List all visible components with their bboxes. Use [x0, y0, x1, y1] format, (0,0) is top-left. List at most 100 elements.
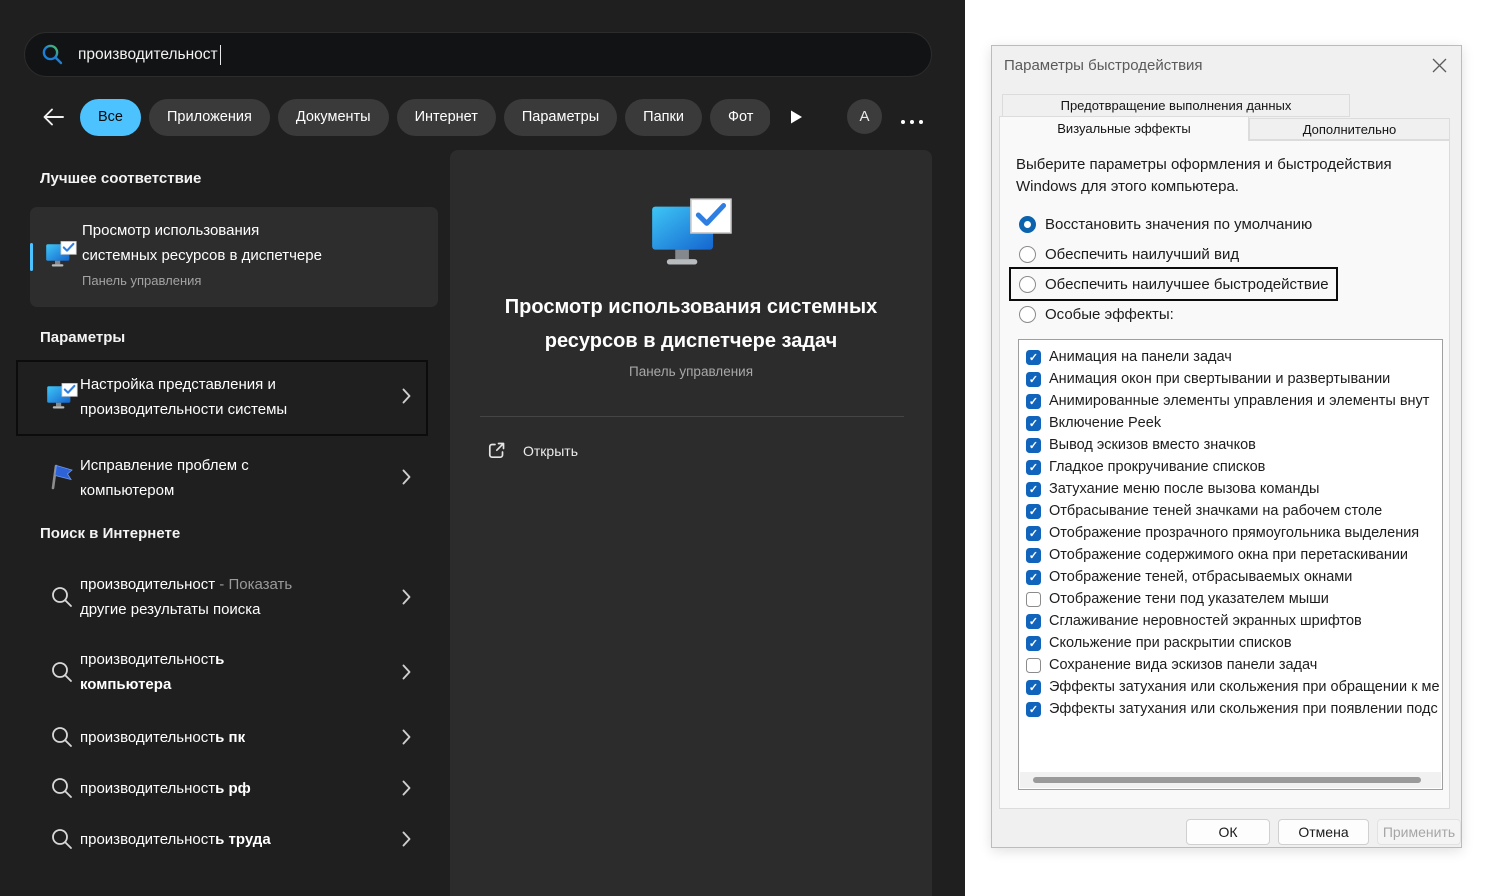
radio-label: Обеспечить наилучший вид: [1045, 246, 1239, 263]
effect-row[interactable]: Сохранение вида эскизов панели задач: [1019, 654, 1442, 676]
effect-row[interactable]: Анимация окон при свертывании и разверты…: [1019, 368, 1442, 390]
search-glyph-icon: [50, 725, 74, 754]
best-match-subtitle: Панель управления: [82, 273, 201, 288]
checkbox-icon[interactable]: [1026, 482, 1041, 497]
effect-row[interactable]: Анимация на панели задач: [1019, 346, 1442, 368]
horizontal-scrollbar[interactable]: [1020, 772, 1441, 788]
filter-tab-settings[interactable]: Параметры: [504, 99, 617, 136]
effect-row[interactable]: Включение Peek: [1019, 412, 1442, 434]
radio-icon[interactable]: [1019, 246, 1036, 263]
effect-row[interactable]: Эффекты затухания или скольжения при обр…: [1019, 676, 1442, 698]
checkbox-icon[interactable]: [1026, 658, 1041, 673]
web-suggestion-row[interactable]: производительност - Показать другие резу…: [16, 567, 427, 629]
web-suggestion-row[interactable]: производительность труда: [16, 818, 427, 862]
web-suggestion-row[interactable]: производительность пк: [16, 716, 427, 760]
checkbox-icon[interactable]: [1026, 416, 1041, 431]
checkbox-icon[interactable]: [1026, 570, 1041, 585]
effect-label: Отображение теней, отбрасываемых окнами: [1049, 569, 1352, 585]
checkbox-icon[interactable]: [1026, 526, 1041, 541]
effect-label: Сглаживание неровностей экранных шрифтов: [1049, 613, 1362, 629]
filter-tab-documents[interactable]: Документы: [278, 99, 389, 136]
radio-icon[interactable]: [1019, 306, 1036, 323]
effect-label: Анимация на панели задач: [1049, 349, 1232, 365]
effect-row[interactable]: Затухание меню после вызова команды: [1019, 478, 1442, 500]
preview-subtitle: Панель управления: [450, 364, 932, 379]
back-arrow-icon[interactable]: [42, 106, 65, 133]
settings-item-label: Настройка представления и производительн…: [80, 372, 287, 422]
effect-row[interactable]: Скольжение при раскрытии списков: [1019, 632, 1442, 654]
chevron-right-icon: [402, 729, 411, 750]
tab-visual-effects[interactable]: Визуальные эффекты: [999, 116, 1249, 141]
checkbox-icon[interactable]: [1026, 592, 1041, 607]
effect-row[interactable]: Отображение содержимого окна при перетас…: [1019, 544, 1442, 566]
effect-row[interactable]: Вывод эскизов вместо значков: [1019, 434, 1442, 456]
effect-label: Вывод эскизов вместо значков: [1049, 437, 1256, 453]
user-avatar[interactable]: A: [847, 99, 882, 134]
settings-item-performance[interactable]: Настройка представления и производительн…: [16, 361, 427, 435]
scrollbar-thumb[interactable]: [1033, 777, 1421, 783]
open-external-icon: [486, 440, 507, 461]
checkbox-icon[interactable]: [1026, 460, 1041, 475]
best-match-title: Просмотр использования системных ресурсо…: [82, 218, 322, 268]
web-suggestion-row[interactable]: производительность рф: [16, 767, 427, 811]
search-glyph-icon: [50, 660, 74, 689]
filter-tab-photos[interactable]: Фот: [710, 99, 770, 136]
dialog-title: Параметры быстродействия: [1004, 57, 1203, 74]
close-icon[interactable]: [1432, 58, 1447, 77]
checkbox-icon[interactable]: [1026, 636, 1041, 651]
monitor-check-icon: [45, 241, 77, 275]
tab-advanced[interactable]: Дополнительно: [1249, 118, 1450, 140]
checkbox-icon[interactable]: [1026, 702, 1041, 717]
effect-row[interactable]: Сглаживание неровностей экранных шрифтов: [1019, 610, 1442, 632]
radio-icon[interactable]: [1019, 216, 1036, 233]
radio-custom-effects[interactable]: Особые эффекты:: [1019, 306, 1174, 323]
search-icon: [41, 43, 64, 66]
effect-row[interactable]: Отбрасывание теней значками на рабочем с…: [1019, 500, 1442, 522]
checkbox-icon[interactable]: [1026, 438, 1041, 453]
more-options-icon[interactable]: [899, 112, 925, 130]
effect-row[interactable]: Анимированные элементы управления и элем…: [1019, 390, 1442, 412]
checkbox-icon[interactable]: [1026, 614, 1041, 629]
suggestion-text: производительност: [80, 576, 215, 593]
effect-label: Сохранение вида эскизов панели задач: [1049, 657, 1317, 673]
tab-data-execution-prevention[interactable]: Предотвращение выполнения данных: [1002, 94, 1350, 117]
selection-accent-bar: [30, 243, 33, 271]
checkbox-icon[interactable]: [1026, 372, 1041, 387]
filter-tab-folders[interactable]: Папки: [625, 99, 702, 136]
effects-listbox[interactable]: Анимация на панели задач Анимация окон п…: [1018, 339, 1443, 790]
best-match-card[interactable]: Просмотр использования системных ресурсо…: [30, 207, 438, 307]
ok-button[interactable]: ОК: [1186, 819, 1270, 845]
more-filters-icon[interactable]: [790, 110, 803, 129]
checkbox-icon[interactable]: [1026, 504, 1041, 519]
filter-tab-web[interactable]: Интернет: [397, 99, 496, 136]
settings-item-label: Исправление проблем с компьютером: [80, 453, 249, 503]
effect-label: Отображение прозрачного прямоугольника в…: [1049, 525, 1419, 541]
effect-row[interactable]: Эффекты затухания или скольжения при поя…: [1019, 698, 1442, 720]
filter-tab-apps[interactable]: Приложения: [149, 99, 270, 136]
filter-tab-all[interactable]: Все: [80, 99, 141, 136]
open-action[interactable]: Открыть: [486, 440, 578, 461]
effect-label: Скольжение при раскрытии списков: [1049, 635, 1292, 651]
effect-row[interactable]: Гладкое прокручивание списков: [1019, 456, 1442, 478]
effect-row[interactable]: Отображение тени под указателем мыши: [1019, 588, 1442, 610]
windows-search-panel: производительност Все Приложения Докумен…: [0, 0, 965, 896]
cancel-button[interactable]: Отмена: [1278, 819, 1369, 845]
search-glyph-icon: [50, 585, 74, 614]
checkbox-icon[interactable]: [1026, 394, 1041, 409]
suggestion-bold: ь пк: [215, 729, 245, 746]
checkbox-icon[interactable]: [1026, 350, 1041, 365]
radio-restore-defaults[interactable]: Восстановить значения по умолчанию: [1019, 216, 1312, 233]
effect-label: Гладкое прокручивание списков: [1049, 459, 1265, 475]
suggestion-bold: ь труда: [215, 831, 271, 848]
effect-row[interactable]: Отображение прозрачного прямоугольника в…: [1019, 522, 1442, 544]
web-suggestion-row[interactable]: производительность компьютера: [16, 642, 427, 704]
settings-item-troubleshoot[interactable]: Исправление проблем с компьютером: [16, 445, 427, 515]
radio-best-performance[interactable]: Обеспечить наилучшее быстродействие: [1019, 276, 1329, 293]
checkbox-icon[interactable]: [1026, 680, 1041, 695]
radio-icon[interactable]: [1019, 276, 1036, 293]
search-input[interactable]: производительност: [24, 32, 932, 77]
checkbox-icon[interactable]: [1026, 548, 1041, 563]
radio-best-appearance[interactable]: Обеспечить наилучший вид: [1019, 246, 1239, 263]
effect-row[interactable]: Отображение теней, отбрасываемых окнами: [1019, 566, 1442, 588]
preview-pane: Просмотр использования системных ресурсо…: [450, 150, 932, 896]
